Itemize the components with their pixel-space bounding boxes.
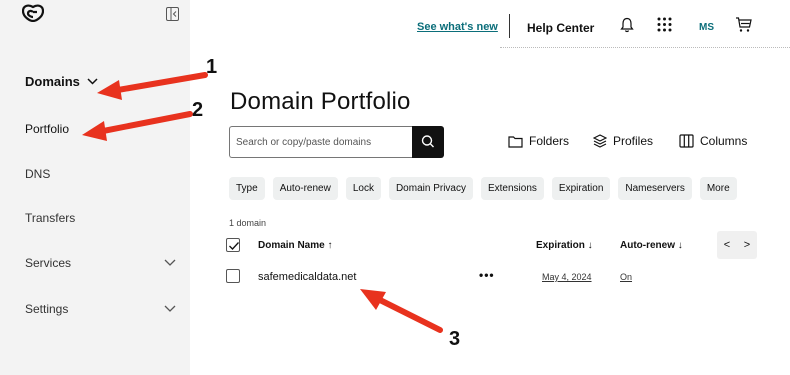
header-divider-line bbox=[500, 47, 790, 48]
chevron-down-icon[interactable] bbox=[164, 305, 176, 313]
expiration-date-link[interactable]: May 4, 2024 bbox=[542, 272, 592, 282]
folders-button[interactable]: Folders bbox=[508, 134, 569, 148]
column-header-expiration[interactable]: Expiration ↓ bbox=[536, 240, 593, 251]
cart-icon[interactable] bbox=[735, 16, 752, 33]
domain-count: 1 domain bbox=[229, 218, 267, 228]
sidebar-item-label: Transfers bbox=[25, 211, 76, 225]
sidebar-item-dns[interactable]: DNS bbox=[25, 167, 50, 181]
bell-icon[interactable] bbox=[620, 17, 634, 33]
table-pager: < > bbox=[717, 231, 757, 259]
search-button[interactable] bbox=[412, 126, 444, 158]
annotation-arrow-3 bbox=[360, 289, 443, 333]
select-all-checkbox[interactable] bbox=[226, 238, 240, 252]
pager-next-button[interactable]: > bbox=[744, 239, 750, 251]
folders-label: Folders bbox=[529, 134, 570, 148]
annotation-label-1: 1 bbox=[206, 56, 218, 78]
pager-prev-button[interactable]: < bbox=[724, 239, 730, 251]
chevron-down-icon bbox=[87, 78, 98, 85]
layers-icon bbox=[593, 134, 607, 148]
filter-chip-nameservers[interactable]: Nameservers bbox=[618, 177, 692, 200]
filter-chips: Type Auto-renew Lock Domain Privacy Exte… bbox=[229, 177, 737, 200]
column-header-auto-renew[interactable]: Auto-renew ↓ bbox=[620, 240, 683, 251]
column-header-domain-name[interactable]: Domain Name ↑ bbox=[258, 240, 332, 251]
header-divider bbox=[509, 14, 510, 38]
sidebar-item-label: Domains bbox=[25, 74, 80, 89]
annotation-label-2: 2 bbox=[192, 99, 204, 121]
domain-name-link[interactable]: safemedicaldata.net bbox=[258, 271, 356, 283]
filter-chip-extensions[interactable]: Extensions bbox=[480, 177, 544, 200]
profiles-label: Profiles bbox=[613, 134, 654, 148]
sidebar-item-label: Services bbox=[25, 256, 72, 270]
sidebar-item-portfolio[interactable]: Portfolio bbox=[25, 122, 69, 136]
check-icon bbox=[229, 242, 239, 250]
user-initials-avatar[interactable]: MS bbox=[699, 22, 714, 33]
page-title: Domain Portfolio bbox=[230, 88, 411, 115]
filter-chip-expiration[interactable]: Expiration bbox=[551, 177, 611, 200]
row-checkbox[interactable] bbox=[226, 269, 240, 283]
filter-chip-type[interactable]: Type bbox=[229, 177, 265, 200]
sidebar-item-services[interactable]: Services bbox=[25, 256, 71, 270]
sidebar-item-transfers[interactable]: Transfers bbox=[25, 211, 75, 225]
help-center-link[interactable]: Help Center bbox=[527, 21, 594, 35]
annotation-label-3: 3 bbox=[449, 328, 461, 350]
filter-chip-more[interactable]: More bbox=[699, 177, 737, 200]
sidebar-item-label: Portfolio bbox=[25, 122, 70, 136]
godaddy-logo-icon[interactable] bbox=[22, 4, 44, 22]
sidebar-item-label: DNS bbox=[25, 167, 51, 181]
filter-chip-lock[interactable]: Lock bbox=[345, 177, 381, 200]
collapse-sidebar-icon[interactable] bbox=[166, 7, 179, 21]
columns-button[interactable]: Columns bbox=[679, 134, 747, 148]
filter-chip-domain-privacy[interactable]: Domain Privacy bbox=[388, 177, 473, 200]
folder-icon bbox=[508, 135, 523, 148]
search-placeholder: Search or copy/paste domains bbox=[236, 137, 372, 148]
sidebar: Domains Portfolio DNS Transfers Services… bbox=[0, 0, 190, 375]
sidebar-item-domains[interactable]: Domains bbox=[25, 74, 98, 89]
more-actions-icon[interactable]: ••• bbox=[479, 268, 495, 282]
auto-renew-status-link[interactable]: On bbox=[620, 272, 632, 282]
sidebar-item-label: Settings bbox=[25, 302, 69, 316]
search-input[interactable]: Search or copy/paste domains bbox=[229, 126, 413, 158]
chevron-down-icon[interactable] bbox=[164, 259, 176, 267]
whats-new-link[interactable]: See what's new bbox=[417, 21, 498, 33]
apps-grid-icon[interactable] bbox=[657, 17, 672, 32]
filter-chip-auto-renew[interactable]: Auto-renew bbox=[272, 177, 338, 200]
columns-icon bbox=[679, 134, 694, 148]
search-icon bbox=[421, 135, 434, 148]
profiles-button[interactable]: Profiles bbox=[593, 134, 653, 148]
columns-label: Columns bbox=[700, 134, 748, 148]
sidebar-item-settings[interactable]: Settings bbox=[25, 302, 68, 316]
